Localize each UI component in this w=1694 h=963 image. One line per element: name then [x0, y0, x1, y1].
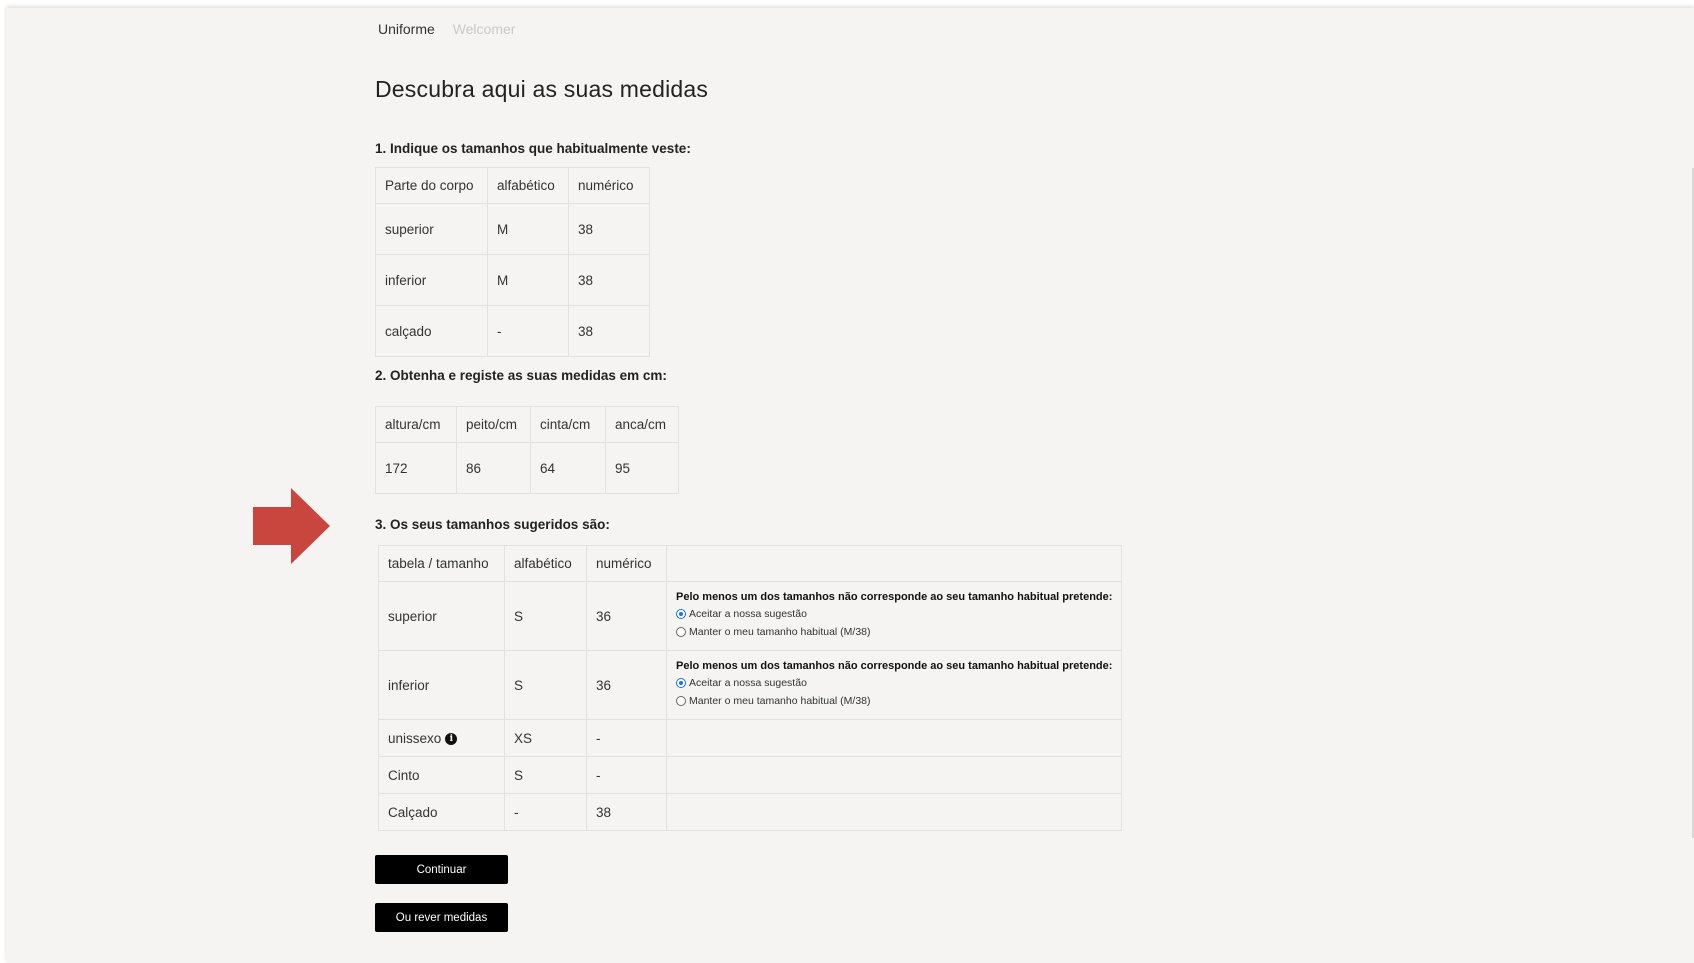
- size-mismatch-notice: Pelo menos um dos tamanhos não correspon…: [676, 591, 1113, 603]
- empty-cell: [665, 756, 1123, 794]
- suggested-sizes-table: tabela / tamanho alfabético numérico sup…: [378, 545, 1123, 831]
- table-header-row: altura/cm peito/cm cinta/cm anca/cm: [375, 406, 679, 443]
- page-title: Descubra aqui as suas medidas: [375, 76, 709, 102]
- accept-suggestion-option[interactable]: Aceitar a nossa sugestão: [676, 605, 1112, 623]
- column-header: [665, 545, 1123, 582]
- height-input[interactable]: 172: [375, 442, 457, 494]
- option-label: Aceitar a nossa sugestão: [689, 608, 807, 620]
- hip-input[interactable]: 95: [605, 442, 679, 494]
- radio-unchecked[interactable]: [676, 627, 686, 637]
- column-header: anca/cm: [605, 406, 679, 443]
- row-label: inferior: [378, 650, 505, 720]
- empty-cell: [665, 793, 1123, 831]
- suggested-numeric-size: 38: [586, 793, 667, 831]
- suggested-alpha-size: -: [504, 793, 587, 831]
- size-choice-cell: Pelo menos um dos tamanhos não correspon…: [665, 581, 1123, 651]
- radio-unchecked[interactable]: [676, 696, 686, 706]
- row-label: inferior: [375, 254, 488, 306]
- chest-input[interactable]: 86: [456, 442, 531, 494]
- numeric-size-input[interactable]: 38: [568, 305, 650, 357]
- alpha-size-input[interactable]: M: [487, 254, 569, 306]
- option-label: Manter o meu tamanho habitual (M/38): [689, 626, 871, 638]
- numeric-size-input[interactable]: 38: [568, 254, 650, 306]
- page-background: Uniforme Welcomer Descubra aqui as suas …: [6, 8, 1694, 963]
- alpha-size-input[interactable]: M: [487, 203, 569, 255]
- table-row: 172 86 64 95: [375, 442, 679, 494]
- row-label: calçado: [375, 305, 488, 357]
- breadcrumb-item-welcomer[interactable]: Welcomer: [453, 21, 516, 37]
- suggested-alpha-size: S: [504, 756, 587, 794]
- suggested-numeric-size: -: [586, 756, 667, 794]
- radio-checked[interactable]: [676, 678, 686, 688]
- radio-checked[interactable]: [676, 609, 686, 619]
- alpha-size-value: -: [487, 305, 569, 357]
- table-header-row: tabela / tamanho alfabético numérico: [378, 545, 1123, 582]
- suggested-numeric-size: -: [586, 719, 667, 757]
- waist-input[interactable]: 64: [530, 442, 606, 494]
- row-label: superior: [378, 581, 505, 651]
- table-row: Cinto S -: [378, 756, 1123, 794]
- suggested-numeric-size: 36: [586, 650, 667, 720]
- breadcrumb-item-uniforme[interactable]: Uniforme: [378, 21, 435, 37]
- row-label-cell: unissexo i: [378, 719, 505, 757]
- table-row: Calçado - 38: [378, 793, 1123, 831]
- info-icon[interactable]: i: [445, 732, 458, 745]
- suggested-alpha-size: XS: [504, 719, 587, 757]
- continue-button[interactable]: Continuar: [375, 855, 508, 884]
- row-label: unissexo: [388, 730, 442, 746]
- table-row: calçado - 38: [375, 305, 650, 357]
- empty-cell: [665, 719, 1123, 757]
- column-header: alfabético: [487, 167, 569, 204]
- column-header: alfabético: [504, 545, 587, 582]
- keep-usual-size-option[interactable]: Manter o meu tamanho habitual (M/38): [676, 692, 1112, 710]
- review-measurements-button[interactable]: Ou rever medidas: [375, 903, 508, 932]
- table-header-row: Parte do corpo alfabético numérico: [375, 167, 650, 204]
- suggested-numeric-size: 36: [586, 581, 667, 651]
- column-header: Parte do corpo: [375, 167, 488, 204]
- option-label: Aceitar a nossa sugestão: [689, 677, 807, 689]
- column-header: tabela / tamanho: [378, 545, 505, 582]
- table-row: inferior M 38: [375, 254, 650, 306]
- column-header: cinta/cm: [530, 406, 606, 443]
- section-3-title: 3. Os seus tamanhos sugeridos são:: [375, 517, 610, 532]
- section-1-title: 1. Indique os tamanhos que habitualmente…: [375, 141, 691, 156]
- table-row: superior M 38: [375, 203, 650, 255]
- size-mismatch-notice: Pelo menos um dos tamanhos não correspon…: [676, 660, 1113, 672]
- option-label: Manter o meu tamanho habitual (M/38): [689, 695, 871, 707]
- numeric-size-input[interactable]: 38: [568, 203, 650, 255]
- arrow-right-icon: [253, 488, 330, 564]
- breadcrumb: Uniforme Welcomer: [378, 21, 529, 37]
- measurements-table: altura/cm peito/cm cinta/cm anca/cm 172 …: [375, 406, 679, 494]
- accept-suggestion-option[interactable]: Aceitar a nossa sugestão: [676, 674, 1112, 692]
- keep-usual-size-option[interactable]: Manter o meu tamanho habitual (M/38): [676, 623, 1112, 641]
- row-label: superior: [375, 203, 488, 255]
- column-header: numérico: [586, 545, 667, 582]
- row-label: Cinto: [378, 756, 505, 794]
- column-header: altura/cm: [375, 406, 457, 443]
- table-row: inferior S 36 Pelo menos um dos tamanhos…: [378, 650, 1123, 720]
- suggested-alpha-size: S: [504, 581, 587, 651]
- row-label: Calçado: [378, 793, 505, 831]
- suggested-alpha-size: S: [504, 650, 587, 720]
- table-row: superior S 36 Pelo menos um dos tamanhos…: [378, 581, 1123, 651]
- section-2-title: 2. Obtenha e registe as suas medidas em …: [375, 368, 667, 383]
- column-header: numérico: [568, 167, 650, 204]
- table-row: unissexo i XS -: [378, 719, 1123, 757]
- size-choice-cell: Pelo menos um dos tamanhos não correspon…: [665, 650, 1123, 720]
- usual-sizes-table: Parte do corpo alfabético numérico super…: [375, 167, 650, 357]
- column-header: peito/cm: [456, 406, 531, 443]
